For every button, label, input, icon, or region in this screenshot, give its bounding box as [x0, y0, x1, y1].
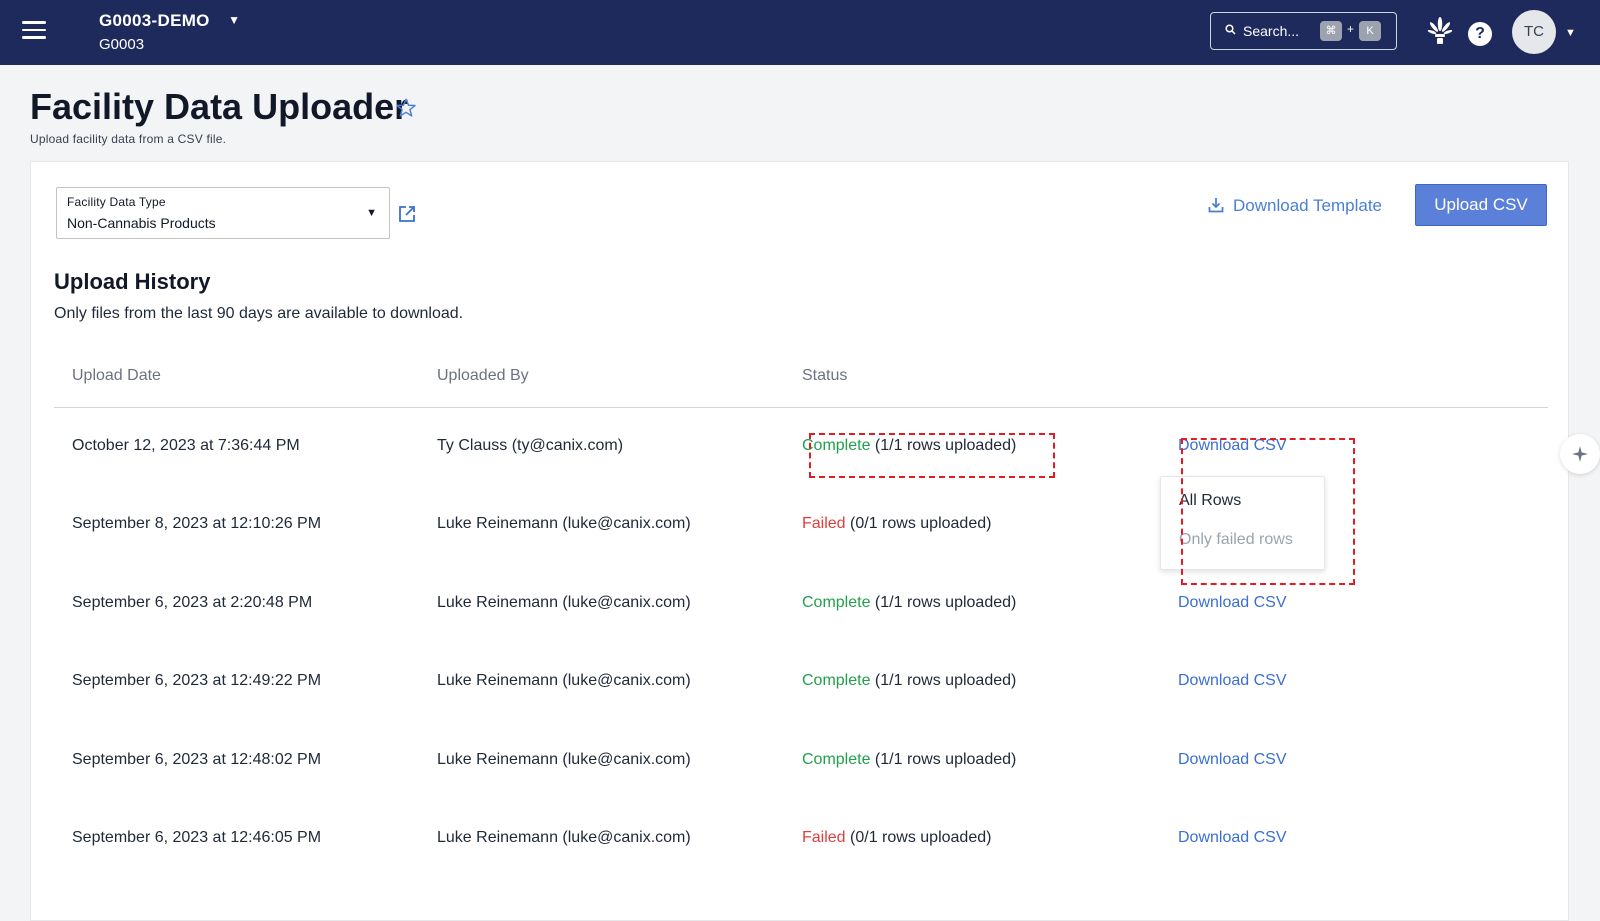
status-badge: Failed: [802, 515, 846, 532]
upload-date: September 6, 2023 at 12:49:22 PM: [72, 672, 322, 689]
org-switcher[interactable]: G0003-DEMO ▼ G0003: [99, 11, 240, 53]
uploaded-by: Luke Reinemann (luke@canix.com): [437, 515, 691, 532]
status: Complete (1/1 rows uploaded): [802, 672, 1016, 690]
menu-item-only-failed-rows[interactable]: Only failed rows: [1179, 531, 1293, 549]
status-badge: Complete: [802, 751, 871, 768]
page-title: Facility Data Uploader: [30, 86, 409, 127]
table-row: September 6, 2023 at 12:46:05 PM Luke Re…: [31, 829, 1570, 909]
k-key-badge: K: [1359, 21, 1381, 41]
column-header-status: Status: [802, 367, 848, 384]
upload-date: October 12, 2023 at 7:36:44 PM: [72, 437, 300, 454]
uploaded-by: Luke Reinemann (luke@canix.com): [437, 672, 691, 689]
org-id: G0003: [99, 36, 145, 53]
menu-icon[interactable]: [22, 21, 46, 39]
uploaded-by: Ty Clauss (ty@canix.com): [437, 437, 624, 454]
status-badge: Complete: [802, 437, 871, 454]
avatar[interactable]: TC: [1512, 10, 1556, 54]
facility-data-type-select[interactable]: Facility Data Type Non-Cannabis Products…: [56, 187, 390, 239]
table-row: September 6, 2023 at 12:48:02 PM Luke Re…: [31, 751, 1570, 831]
upload-csv-button[interactable]: Upload CSV: [1415, 184, 1547, 226]
menu-item-all-rows[interactable]: All Rows: [1179, 492, 1241, 510]
status-badge: Complete: [802, 594, 871, 611]
status-detail: (1/1 rows uploaded): [870, 672, 1017, 689]
table-divider: [54, 407, 1548, 408]
download-csv-link[interactable]: Download CSV: [1178, 751, 1287, 769]
uploaded-by: Luke Reinemann (luke@canix.com): [437, 594, 691, 611]
status-detail: (1/1 rows uploaded): [870, 751, 1017, 768]
download-csv-link[interactable]: Download CSV: [1178, 829, 1287, 847]
chevron-down-icon[interactable]: ▼: [1565, 27, 1576, 39]
status-detail: (1/1 rows uploaded): [870, 437, 1017, 454]
download-options-menu: All Rows Only failed rows: [1160, 476, 1325, 570]
status-detail: (0/1 rows uploaded): [845, 515, 992, 532]
search-placeholder: Search...: [1243, 23, 1300, 39]
download-icon: [1208, 197, 1224, 213]
status-detail: (0/1 rows uploaded): [845, 829, 992, 846]
table-row: October 12, 2023 at 7:36:44 PM Ty Clauss…: [31, 437, 1570, 517]
table-row: September 8, 2023 at 12:10:26 PM Luke Re…: [31, 515, 1570, 595]
upload-date: September 8, 2023 at 12:10:26 PM: [72, 515, 322, 532]
status-badge: Failed: [802, 829, 846, 846]
uploaded-by: Luke Reinemann (luke@canix.com): [437, 829, 691, 846]
help-icon[interactable]: ?: [1468, 22, 1492, 46]
star-icon[interactable]: [395, 97, 417, 119]
page-subtitle: Upload facility data from a CSV file.: [30, 132, 227, 146]
ai-assistant-button[interactable]: [1560, 434, 1600, 474]
download-template-label: Download Template: [1233, 196, 1382, 215]
external-link-icon[interactable]: [398, 205, 416, 223]
command-key-badge: ⌘: [1320, 21, 1342, 41]
status: Complete (1/1 rows uploaded): [802, 751, 1016, 769]
download-csv-link[interactable]: Download CSV: [1178, 672, 1287, 690]
upload-history-title: Upload History: [54, 269, 211, 294]
uploaded-by: Luke Reinemann (luke@canix.com): [437, 751, 691, 768]
select-label: Facility Data Type: [67, 195, 166, 209]
status: Failed (0/1 rows uploaded): [802, 515, 991, 533]
search-icon: [1225, 24, 1236, 35]
upload-date: September 6, 2023 at 12:46:05 PM: [72, 829, 322, 846]
chevron-down-icon: ▼: [366, 207, 377, 219]
status-badge: Complete: [802, 672, 871, 689]
select-value: Non-Cannabis Products: [67, 215, 216, 231]
cannabis-leaf-icon[interactable]: [1427, 17, 1453, 45]
download-template-button[interactable]: Download Template: [1208, 196, 1382, 216]
upload-date: September 6, 2023 at 2:20:48 PM: [72, 594, 313, 611]
status-detail: (1/1 rows uploaded): [870, 594, 1017, 611]
upload-date: September 6, 2023 at 12:48:02 PM: [72, 751, 322, 768]
search-input[interactable]: Search... ⌘ + K: [1210, 12, 1397, 50]
status: Complete (1/1 rows uploaded): [802, 594, 1016, 612]
status: Complete (1/1 rows uploaded): [802, 437, 1016, 455]
upload-history-note: Only files from the last 90 days are ava…: [54, 305, 464, 322]
uploader-card: Facility Data Type Non-Cannabis Products…: [30, 161, 1569, 921]
table-row: September 6, 2023 at 12:49:22 PM Luke Re…: [31, 672, 1570, 752]
column-header-upload-date: Upload Date: [72, 367, 161, 384]
column-header-uploaded-by: Uploaded By: [437, 367, 529, 384]
org-name: G0003-DEMO: [99, 11, 210, 30]
chevron-down-icon[interactable]: ▼: [228, 13, 240, 27]
table-row: September 6, 2023 at 2:20:48 PM Luke Rei…: [31, 594, 1570, 674]
status: Failed (0/1 rows uploaded): [802, 829, 991, 847]
download-csv-link[interactable]: Download CSV: [1178, 437, 1287, 455]
top-bar: G0003-DEMO ▼ G0003 Search... ⌘ + K ? TC …: [0, 0, 1600, 65]
download-csv-link[interactable]: Download CSV: [1178, 594, 1287, 612]
shortcut-plus: +: [1347, 22, 1355, 36]
